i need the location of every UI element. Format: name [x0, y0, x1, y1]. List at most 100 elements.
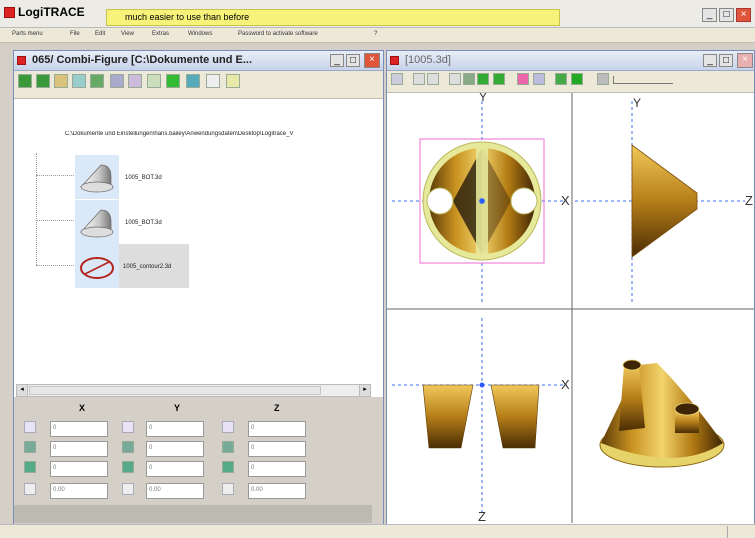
offset-z-icon[interactable] [222, 483, 234, 495]
view3d-title: [1005.3d] [405, 54, 451, 66]
view3d-toolbar [387, 71, 754, 93]
scroll-left-icon[interactable]: ◂ [17, 385, 28, 396]
offset-y-icon[interactable] [122, 483, 134, 495]
tree-line [36, 153, 37, 265]
view3d-minimize-button[interactable]: _ [703, 54, 717, 67]
app-title: LogiTRACE [18, 5, 85, 19]
side-view [575, 101, 745, 303]
rotate-view-icon[interactable] [555, 73, 567, 85]
scroll-right-icon[interactable]: ▸ [359, 385, 370, 396]
iso-view-icon[interactable] [463, 73, 475, 85]
horizontal-scrollbar[interactable]: ◂ ▸ [16, 384, 371, 397]
side-z-axis-label: Z [745, 193, 753, 208]
menu-parts[interactable]: Parts menu [12, 31, 43, 37]
x-rotate-field[interactable]: 0 [50, 441, 108, 457]
menu-extras[interactable]: Extras [152, 31, 169, 37]
brush-icon[interactable] [166, 74, 180, 88]
grid-icon[interactable] [128, 74, 142, 88]
child-maximize-button[interactable]: □ [346, 54, 360, 67]
scale-z-icon[interactable] [222, 461, 234, 473]
tree-item-2[interactable] [75, 200, 119, 244]
tree-line [36, 220, 74, 221]
color-icon[interactable] [517, 73, 529, 85]
stack-icon[interactable] [90, 74, 104, 88]
tree-item-1[interactable] [75, 155, 119, 199]
app-title-bar: LogiTRACE much easier to use than before… [0, 0, 755, 28]
shape-icon[interactable] [72, 74, 86, 88]
y-move-field[interactable]: 0 [146, 421, 204, 437]
menu-file[interactable]: File [70, 31, 80, 37]
y-offset-field[interactable]: 0.00 [146, 483, 204, 499]
y-rotate-field[interactable]: 0 [146, 441, 204, 457]
menu-help[interactable]: ? [374, 31, 377, 37]
light-icon[interactable] [533, 73, 545, 85]
z-offset-field[interactable]: 0.00 [248, 483, 306, 499]
banner-text: much easier to use than before [125, 12, 250, 22]
add-subpart-icon[interactable] [36, 74, 50, 88]
offset-x-icon[interactable] [24, 483, 36, 495]
top-z-axis-label: Z [478, 509, 486, 523]
x-move-field[interactable]: 0 [50, 421, 108, 437]
zoom-icon[interactable] [571, 73, 583, 85]
wireframe-icon[interactable] [493, 73, 505, 85]
maximize-button[interactable]: □ [719, 8, 734, 22]
tree-item-3-label[interactable]: 1005_contour2.3d [123, 264, 171, 270]
add-part-icon[interactable] [18, 74, 32, 88]
view-icon[interactable] [391, 73, 403, 85]
move-y-icon[interactable] [122, 421, 134, 433]
texture-icon[interactable] [147, 74, 161, 88]
viewport-canvas[interactable]: Y X Y Z X Z [387, 93, 754, 523]
zoom-slider[interactable] [613, 76, 673, 84]
x-scale-field[interactable]: 0 [50, 461, 108, 477]
combi-figure-title: 065/ Combi-Figure [C:\Dokumente und E... [32, 54, 253, 66]
graph-icon[interactable] [110, 74, 124, 88]
z-rotate-field[interactable]: 0 [248, 441, 306, 457]
top-view [392, 318, 567, 513]
move-z-icon[interactable] [222, 421, 234, 433]
parts-toolbar [14, 71, 383, 99]
fit-view-icon[interactable] [186, 74, 200, 88]
z-column-header: Z [274, 403, 280, 413]
menu-bar: Parts menu File Edit View Extras Windows… [0, 28, 755, 43]
view3d-close-button[interactable]: × [737, 53, 753, 68]
view3d-maximize-button[interactable]: □ [719, 54, 733, 67]
menu-edit[interactable]: Edit [95, 31, 105, 37]
child-close-button[interactable]: × [364, 53, 380, 68]
scroll-thumb[interactable] [29, 386, 321, 395]
rotate-x-icon[interactable] [24, 441, 36, 453]
front-view-icon[interactable] [413, 73, 425, 85]
view3d-title-bar: [1005.3d] _ □ × [387, 51, 754, 71]
z-move-field[interactable]: 0 [248, 421, 306, 437]
y-scale-field[interactable]: 0 [146, 461, 204, 477]
pencil-icon[interactable] [54, 74, 68, 88]
app-logo-icon [4, 7, 15, 18]
table-icon[interactable] [206, 74, 220, 88]
move-x-icon[interactable] [24, 421, 36, 433]
status-separator [727, 526, 728, 538]
pin-icon[interactable] [226, 74, 240, 88]
settings-icon[interactable] [597, 73, 609, 85]
tree-item-1-label[interactable]: 1005_BOT.3d [125, 175, 162, 181]
z-scale-field[interactable]: 0 [248, 461, 306, 477]
tree-line [36, 265, 74, 266]
front-view [392, 101, 567, 303]
minimize-button[interactable]: _ [702, 8, 717, 22]
scale-y-icon[interactable] [122, 461, 134, 473]
front-x-axis-label: X [561, 193, 570, 208]
side-view-icon[interactable] [427, 73, 439, 85]
tree-item-2-label[interactable]: 1005_BOT.3d [125, 220, 162, 226]
combi-figure-window: 065/ Combi-Figure [C:\Dokumente und E...… [13, 50, 384, 525]
menu-windows[interactable]: Windows [188, 31, 212, 37]
x-offset-field[interactable]: 0.00 [50, 483, 108, 499]
child-minimize-button[interactable]: _ [330, 54, 344, 67]
menu-password[interactable]: Password to activate software [238, 31, 318, 37]
rotate-z-icon[interactable] [222, 441, 234, 453]
top-x-axis-label: X [561, 377, 570, 392]
tree-item-3[interactable] [75, 244, 119, 288]
shaded-icon[interactable] [477, 73, 489, 85]
top-view-icon[interactable] [449, 73, 461, 85]
menu-view[interactable]: View [121, 31, 134, 37]
rotate-y-icon[interactable] [122, 441, 134, 453]
scale-x-icon[interactable] [24, 461, 36, 473]
close-button[interactable]: × [736, 8, 751, 22]
